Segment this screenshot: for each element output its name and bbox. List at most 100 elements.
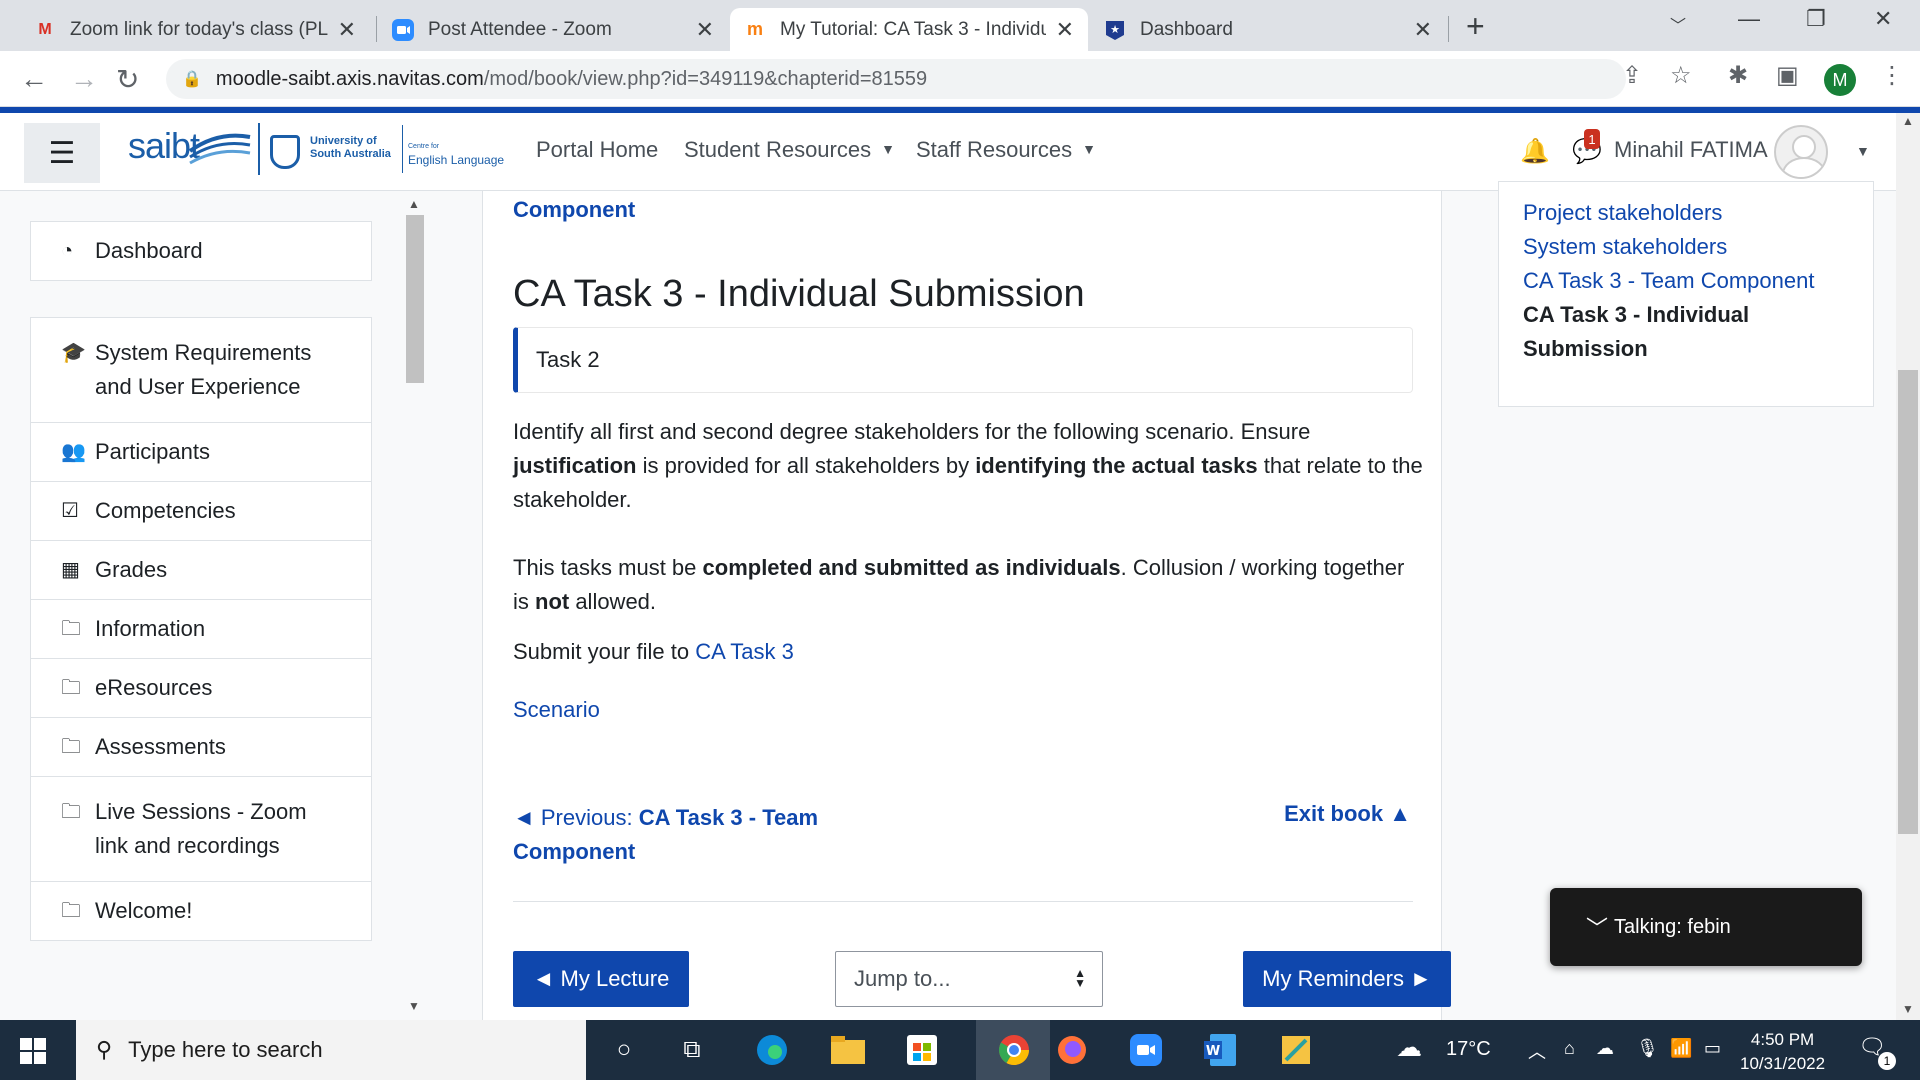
sidebar-item-system-requirements[interactable]: 🎓 System Requirements and User Experienc… (31, 318, 371, 423)
cortana-icon[interactable]: ○ (604, 1030, 644, 1070)
windows-taskbar: ⚲ Type here to search ○ ⧉ W ☁ 17°C ︿ ⌂ ☁… (0, 1020, 1920, 1080)
wifi-icon[interactable]: 📶 (1670, 1038, 1692, 1059)
zoom-talking-toast[interactable]: ﹀ Talking: febin (1550, 888, 1862, 966)
sidebar-item-participants[interactable]: 👥 Participants (31, 423, 371, 482)
reload-icon[interactable]: ↻ (116, 63, 139, 96)
tab-zoom[interactable]: Post Attendee - Zoom ✕ (378, 8, 728, 51)
share-icon[interactable]: ⇪ (1622, 61, 1642, 90)
back-icon[interactable]: ← (20, 63, 48, 95)
url-host: moodle-saibt.axis.navitas.com (215, 67, 484, 90)
scenario-link[interactable]: Scenario (513, 697, 600, 722)
tray-device-icon[interactable]: ⌂ (1564, 1038, 1575, 1059)
page-scroll-up-icon[interactable]: ▲ (1902, 114, 1914, 128)
user-avatar[interactable] (1774, 125, 1828, 179)
minimize-icon[interactable]: — (1738, 6, 1760, 32)
sidebar-item-assessments[interactable]: 🗀 Assessments (31, 718, 371, 777)
table-of-contents: Project stakeholders System stakeholders… (1498, 181, 1874, 407)
notifications-bell-icon[interactable]: 🔔 (1520, 137, 1550, 166)
submit-paragraph: Submit your file to CA Task 3 (513, 639, 794, 664)
battery-icon[interactable]: ▭ (1704, 1038, 1721, 1059)
taskbar-clock[interactable]: 4:50 PM 10/31/2022 (1740, 1028, 1825, 1076)
hamburger-icon: ☰ (48, 136, 76, 170)
nav-portal-home[interactable]: Portal Home (536, 137, 658, 163)
snipping-tool-icon[interactable] (1276, 1030, 1316, 1070)
toc-item-individual-submission: CA Task 3 - Individual (1523, 302, 1750, 327)
close-icon[interactable]: ✕ (338, 17, 356, 43)
tab-dashboard[interactable]: ★ Dashboard ✕ (1090, 8, 1446, 51)
browser-menu-icon[interactable]: ⋮ (1880, 61, 1904, 90)
weather-cloud-icon[interactable]: ☁ (1396, 1032, 1422, 1063)
tray-chevron-up-icon[interactable]: ︿ (1528, 1038, 1546, 1064)
microphone-icon[interactable]: 🎙 (1636, 1038, 1659, 1059)
edge-icon[interactable] (752, 1030, 792, 1070)
extensions-icon[interactable]: ✱ (1728, 61, 1748, 90)
drawer-scroll-up-icon[interactable]: ▲ (408, 197, 420, 211)
page-scrollbar-thumb[interactable] (1898, 370, 1918, 834)
toc-item-project-stakeholders[interactable]: Project stakeholders (1523, 196, 1722, 230)
drawer-toggle-button[interactable]: ☰ (24, 123, 100, 183)
nav-drawer: ◔ Dashboard 🎓 System Requirements and Us… (0, 191, 424, 1020)
windows-start-icon[interactable] (20, 1038, 46, 1064)
new-tab-button[interactable]: + (1466, 8, 1485, 45)
weather-temperature[interactable]: 17°C (1446, 1038, 1491, 1061)
search-icon: ⚲ (96, 1037, 113, 1062)
forward-icon[interactable]: → (70, 63, 98, 95)
toc-item-individual-submission-cont: Submission (1523, 336, 1648, 361)
tab-title: Zoom link for today's class (PLEA (70, 18, 328, 40)
file-explorer-icon[interactable] (828, 1030, 868, 1070)
previous-chapter-link[interactable]: ◄ Previous: CA Task 3 - Team Component (513, 801, 853, 869)
close-icon[interactable]: ✕ (696, 17, 714, 43)
url-field[interactable]: 🔒 moodle-saibt.axis.navitas.com/mod/book… (166, 59, 1626, 99)
divider (513, 901, 1413, 902)
toc-item-team-component[interactable]: CA Task 3 - Team Component (1523, 264, 1814, 298)
sidebar-item-eresources[interactable]: 🗀 eResources (31, 659, 371, 718)
jump-to-select[interactable]: Jump to... ▲ ▼ (835, 951, 1103, 1007)
folder-icon: 🗀 (61, 900, 81, 922)
restore-icon[interactable]: ❐ (1806, 6, 1826, 32)
task-callout: Task 2 (513, 327, 1413, 393)
ca-task-3-link[interactable]: CA Task 3 (695, 639, 794, 664)
tab-my-tutorial[interactable]: m My Tutorial: CA Task 3 - Individua ✕ (730, 8, 1088, 51)
sidebar-item-grades[interactable]: ▦ Grades (31, 541, 371, 600)
bookmark-star-icon[interactable]: ☆ (1670, 61, 1692, 90)
toc-item-system-stakeholders[interactable]: System stakeholders (1523, 230, 1727, 264)
unisa-logo-text: University of South Australia (310, 135, 391, 160)
sidebar-item-dashboard[interactable]: ◔ Dashboard (31, 222, 371, 280)
taskbar-search-input[interactable]: ⚲ Type here to search (76, 1020, 586, 1080)
nav-staff-resources[interactable]: Staff Resources ▼ (916, 137, 1096, 163)
user-menu-caret-icon[interactable]: ▼ (1856, 143, 1870, 159)
my-reminders-button[interactable]: My Reminders ► (1243, 951, 1451, 1007)
select-arrows-icon: ▲ ▼ (1074, 966, 1086, 990)
my-lecture-button[interactable]: ◄ My Lecture (513, 951, 689, 1007)
firefox-icon[interactable] (1052, 1030, 1092, 1070)
exit-book-link[interactable]: Exit book ▲ (1284, 801, 1411, 827)
drawer-scroll-down-icon[interactable]: ▼ (408, 999, 420, 1013)
previous-section-tail[interactable]: Component (513, 197, 635, 223)
sidebar-item-competencies[interactable]: ☑ Competencies (31, 482, 371, 541)
task-view-icon[interactable]: ⧉ (672, 1030, 712, 1070)
tab-title: Dashboard (1140, 18, 1233, 40)
nav-student-resources[interactable]: Student Resources ▼ (684, 137, 895, 163)
side-panel-icon[interactable]: ▣ (1776, 61, 1799, 90)
window-close-icon[interactable]: ✕ (1874, 6, 1892, 32)
user-name[interactable]: Minahil FATIMA (1614, 137, 1768, 163)
onedrive-icon[interactable]: ☁ (1596, 1038, 1614, 1059)
zoom-taskbar-icon[interactable] (1126, 1030, 1166, 1070)
microsoft-store-icon[interactable] (902, 1030, 942, 1070)
close-icon[interactable]: ✕ (1414, 17, 1432, 43)
tab-gmail[interactable]: M Zoom link for today's class (PLEA ✕ (20, 8, 370, 51)
chrome-icon[interactable] (994, 1030, 1034, 1070)
folder-icon: 🗀 (61, 677, 81, 699)
close-icon[interactable]: ✕ (1056, 17, 1074, 43)
word-icon[interactable]: W (1200, 1030, 1240, 1070)
cel-logo-small: Centre for (408, 143, 440, 150)
tab-search-icon[interactable]: ﹀ (1670, 12, 1686, 36)
sidebar-item-live-sessions[interactable]: 🗀 Live Sessions - Zoom link and recordin… (31, 777, 371, 882)
drawer-scrollbar-thumb[interactable] (406, 215, 424, 383)
page-scroll-down-icon[interactable]: ▼ (1902, 1002, 1914, 1016)
sidebar-item-welcome[interactable]: 🗀 Welcome! (31, 882, 371, 940)
users-icon: 👥 (61, 441, 86, 463)
sidebar-item-information[interactable]: 🗀 Information (31, 600, 371, 659)
profile-avatar[interactable]: M (1824, 64, 1856, 96)
cel-logo-text: English Language (408, 153, 505, 167)
